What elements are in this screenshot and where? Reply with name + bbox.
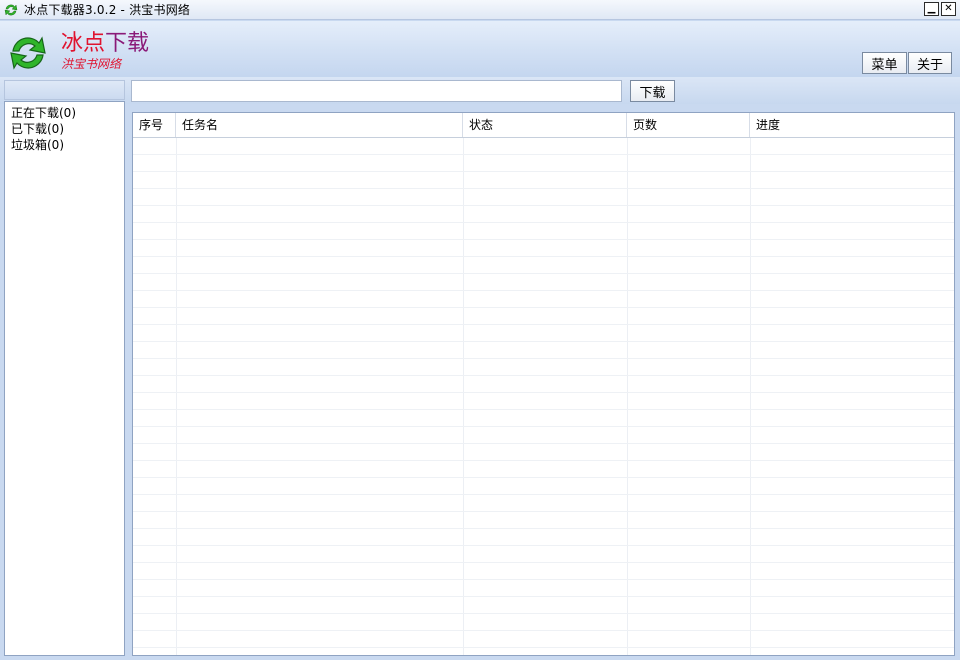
empty-row-line — [133, 443, 954, 444]
logo-title: 冰点下载 — [61, 32, 149, 56]
empty-row-line — [133, 562, 954, 563]
title-bar: 冰点下载器3.0.2 - 洪宝书网络 ▁ ✕ — [0, 0, 960, 20]
minimize-icon: ▁ — [927, 3, 936, 14]
menu-button[interactable]: 菜单 — [862, 52, 907, 74]
empty-row-line — [133, 205, 954, 206]
column-header-index[interactable]: 序号 — [133, 113, 176, 137]
empty-row-line — [133, 256, 954, 257]
window-title: 冰点下载器3.0.2 - 洪宝书网络 — [24, 3, 191, 17]
empty-row-line — [133, 613, 954, 614]
table-header: 序号 任务名 状态 页数 进度 — [133, 113, 954, 138]
empty-row-line — [133, 494, 954, 495]
task-table[interactable]: 序号 任务名 状态 页数 进度 — [132, 112, 955, 656]
about-button[interactable]: 关于 — [908, 52, 952, 74]
close-button[interactable]: ✕ — [941, 2, 956, 16]
logo-title-part2: 下载 — [105, 31, 150, 56]
sidebar: 正在下载(0) 已下载(0) 垃圾箱(0) — [4, 101, 125, 656]
sidebar-item-downloaded[interactable]: 已下载(0) — [11, 121, 118, 137]
header-band: 冰点下载 洪宝书网络 — [0, 21, 960, 77]
empty-row-line — [133, 171, 954, 172]
empty-row-line — [133, 154, 954, 155]
empty-row-line — [133, 290, 954, 291]
column-header-status[interactable]: 状态 — [463, 113, 627, 137]
logo-subtitle: 洪宝书网络 — [61, 57, 122, 71]
empty-row-line — [133, 307, 954, 308]
logo-refresh-icon — [10, 36, 46, 70]
empty-row-line — [133, 596, 954, 597]
empty-row-line — [133, 324, 954, 325]
refresh-arrows-icon — [4, 3, 18, 16]
sidebar-item-trash[interactable]: 垃圾箱(0) — [11, 137, 118, 153]
empty-row-line — [133, 409, 954, 410]
empty-row-line — [133, 630, 954, 631]
download-button[interactable]: 下载 — [630, 80, 675, 102]
empty-row-line — [133, 375, 954, 376]
empty-row-line — [133, 545, 954, 546]
empty-row-line — [133, 358, 954, 359]
minimize-button[interactable]: ▁ — [924, 2, 939, 16]
empty-row-line — [133, 188, 954, 189]
empty-row-line — [133, 579, 954, 580]
logo-title-part1: 冰点 — [61, 31, 106, 56]
url-input[interactable] — [131, 80, 622, 102]
empty-row-line — [133, 392, 954, 393]
empty-row-line — [133, 511, 954, 512]
empty-row-line — [133, 341, 954, 342]
empty-row-line — [133, 239, 954, 240]
empty-row-line — [133, 273, 954, 274]
table-body — [133, 138, 954, 655]
close-icon: ✕ — [944, 3, 953, 14]
sidebar-item-downloading[interactable]: 正在下载(0) — [11, 105, 118, 121]
empty-row-line — [133, 460, 954, 461]
empty-row-line — [133, 528, 954, 529]
column-header-pages[interactable]: 页数 — [627, 113, 750, 137]
empty-row-line — [133, 222, 954, 223]
empty-row-line — [133, 426, 954, 427]
sidebar-header — [4, 80, 125, 100]
empty-row-line — [133, 647, 954, 648]
column-header-progress[interactable]: 进度 — [750, 113, 954, 137]
empty-row-line — [133, 477, 954, 478]
column-header-task-name[interactable]: 任务名 — [176, 113, 463, 137]
